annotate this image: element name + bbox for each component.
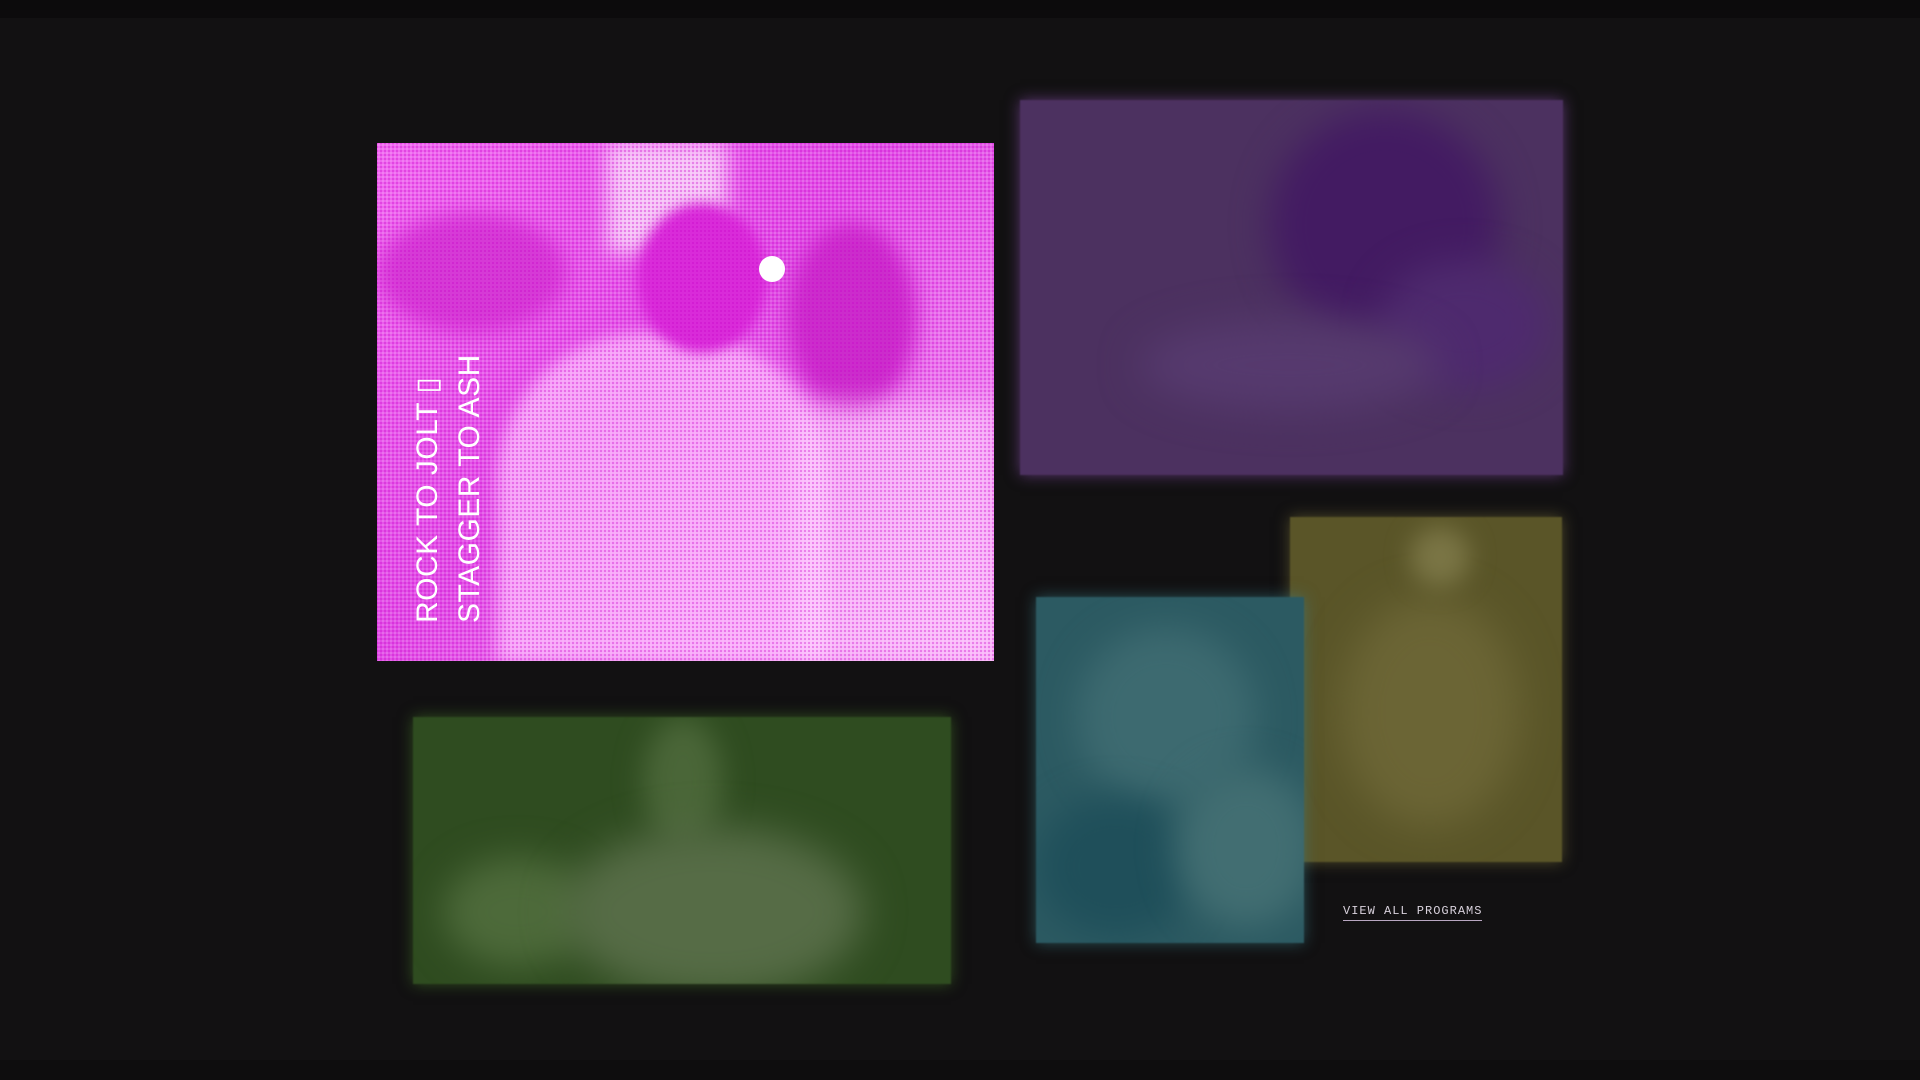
top-bar <box>0 0 1920 18</box>
cursor-dot-icon <box>759 256 785 282</box>
bottom-bar <box>0 1060 1920 1080</box>
program-card-olive[interactable] <box>1290 517 1562 862</box>
featured-title-line-2: STAGGER TO ASH <box>453 354 486 623</box>
image-blob <box>1340 597 1520 827</box>
program-card-purple[interactable] <box>1020 100 1563 475</box>
program-card-teal[interactable] <box>1036 597 1304 943</box>
view-all-programs-link[interactable]: VIEW ALL PROGRAMS <box>1343 904 1483 921</box>
image-blob <box>1140 320 1440 410</box>
featured-program-card[interactable]: ROCK TO JOLT ▯ STAGGER TO ASH <box>377 143 994 661</box>
program-gallery: ROCK TO JOLT ▯ STAGGER TO ASH VIEW ALL P… <box>0 0 1920 1080</box>
featured-title-line-1: ROCK TO JOLT ▯ <box>411 376 444 623</box>
image-blob <box>1036 797 1196 937</box>
image-blob <box>1176 767 1304 927</box>
featured-program-title: ROCK TO JOLT ▯ STAGGER TO ASH <box>407 354 491 623</box>
program-card-green[interactable] <box>413 717 951 984</box>
image-blob <box>563 827 863 984</box>
image-blob <box>1410 527 1470 587</box>
